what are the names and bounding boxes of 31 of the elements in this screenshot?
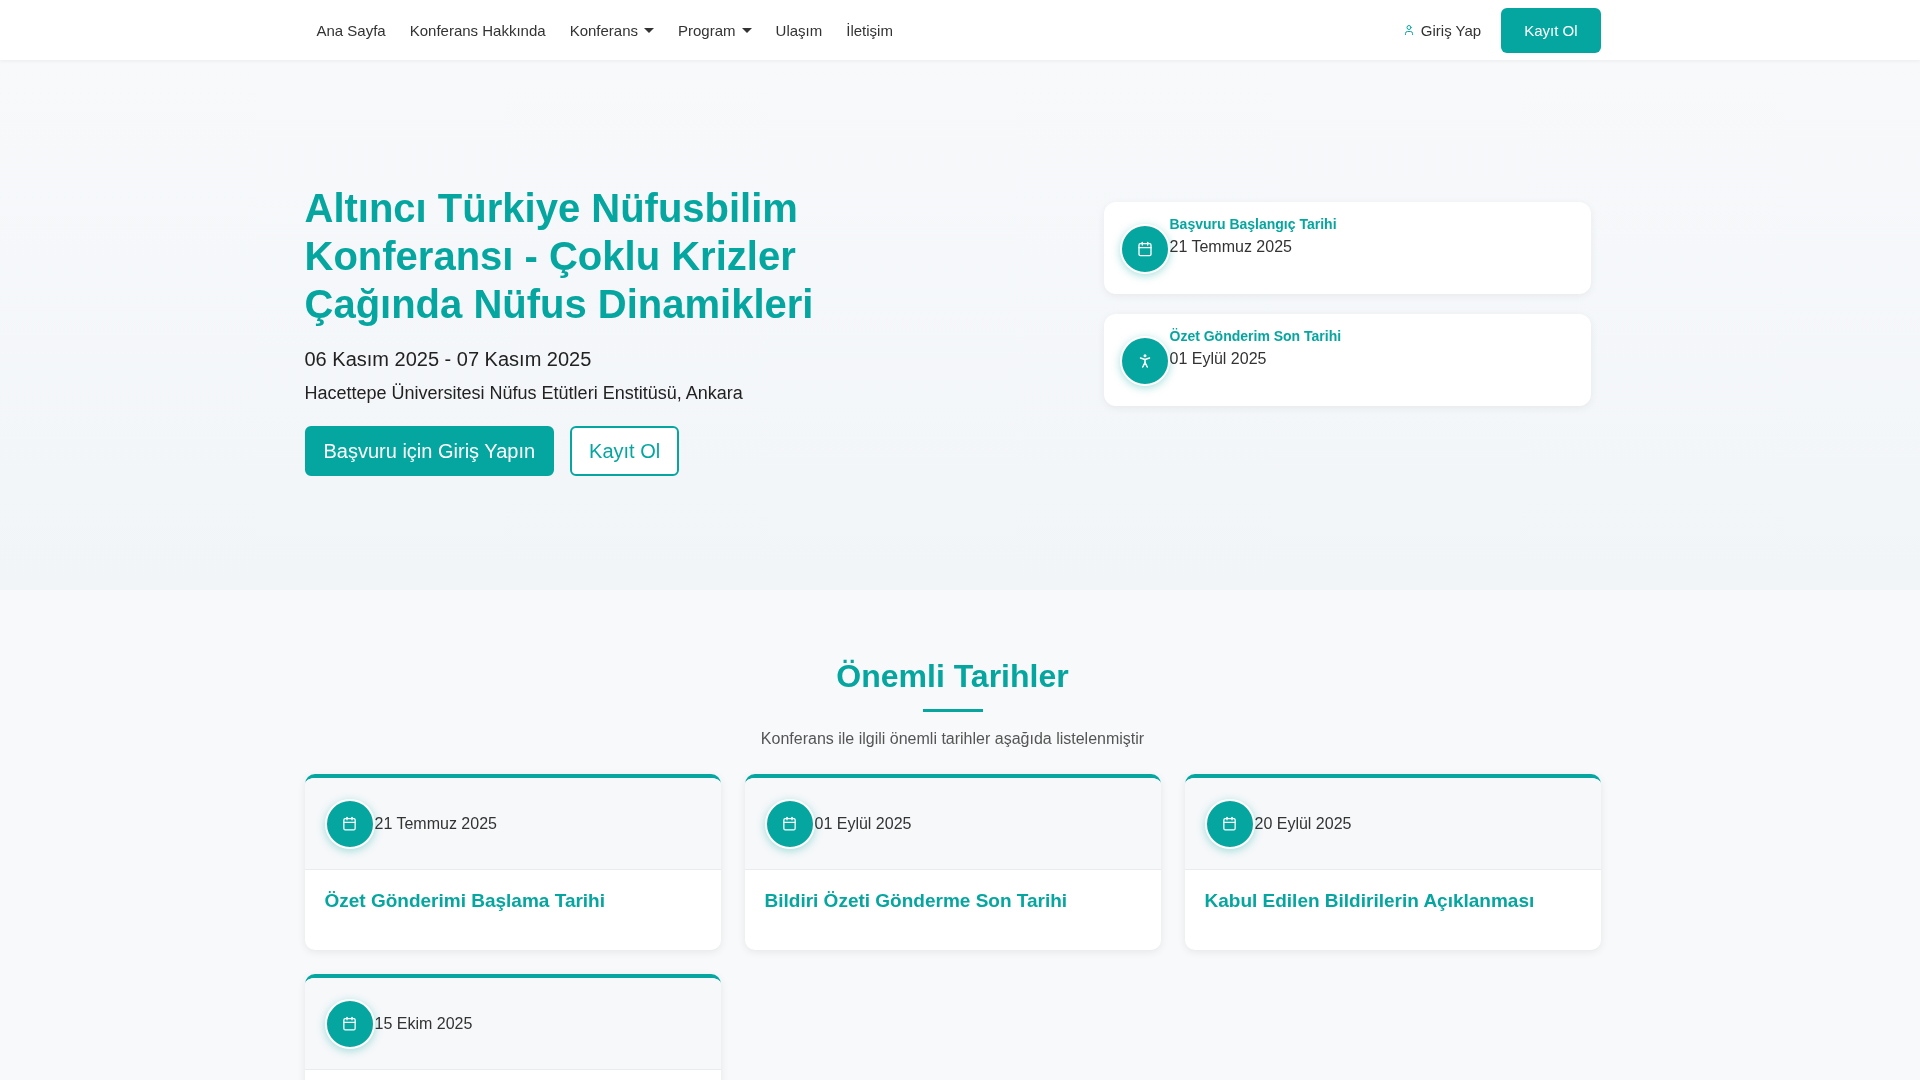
card-date: 15 Ekim 2025 <box>374 1014 473 1033</box>
conference-venue: Hacettepe Üniversitesi Nüfus Etütleri Enstitüsü, Ankara <box>304 383 744 404</box>
nav-link[interactable]: İletişim <box>834 21 905 39</box>
nav-link[interactable]: Program <box>666 21 764 39</box>
hero-title: Altıncı Türkiye Nüfusbilim Konferansı - Çoklu Krizler Çağında Nüfus Dinamikleri <box>304 185 815 328</box>
calendar-icon <box>1136 241 1153 257</box>
section-subtitle: Konferans ile ilgili önemli tarihler aşağıda listelenmiştir <box>760 730 1145 748</box>
caret-icon <box>741 27 752 33</box>
card-title: Özet Gönderimi Başlama Tarihi <box>324 890 606 912</box>
user-icon <box>1402 24 1415 36</box>
card-title: Kabul Edilen Bildirilerin Açıklanması <box>1204 890 1536 912</box>
conference-dates: 06 Kasım 2025 - 07 Kasım 2025 <box>304 348 593 371</box>
card-date: 20 Eylül 2025 <box>1254 814 1352 833</box>
date-value: 01 Eylül 2025 <box>1169 350 1268 368</box>
card-date: 01 Eylül 2025 <box>814 814 912 833</box>
nav-link[interactable]: Ulaşım <box>763 21 835 39</box>
date-value: 21 Temmuz 2025 <box>1169 238 1293 256</box>
calendar-icon <box>1222 816 1237 831</box>
calendar-icon <box>342 816 357 831</box>
date-label: Özet Gönderim Son Tarihi <box>1169 328 1342 344</box>
card-title: Bildiri Özeti Gönderme Son Tarihi <box>764 890 1069 912</box>
calendar-icon <box>342 1016 357 1031</box>
section-title: Önemli Tarihler <box>836 658 1069 695</box>
nav-link[interactable]: Konferans Hakkında <box>397 21 558 39</box>
nav-link[interactable]: Konferans <box>557 21 667 39</box>
calendar-icon <box>782 816 797 831</box>
login-link[interactable]: Giriş Yap <box>1390 21 1494 39</box>
date-label: Başvuru Başlangıç Tarihi <box>1169 216 1337 232</box>
caret-icon <box>644 27 655 33</box>
nav-link[interactable]: Ana Sayfa <box>304 21 398 39</box>
card-date: 21 Temmuz 2025 <box>374 814 497 833</box>
